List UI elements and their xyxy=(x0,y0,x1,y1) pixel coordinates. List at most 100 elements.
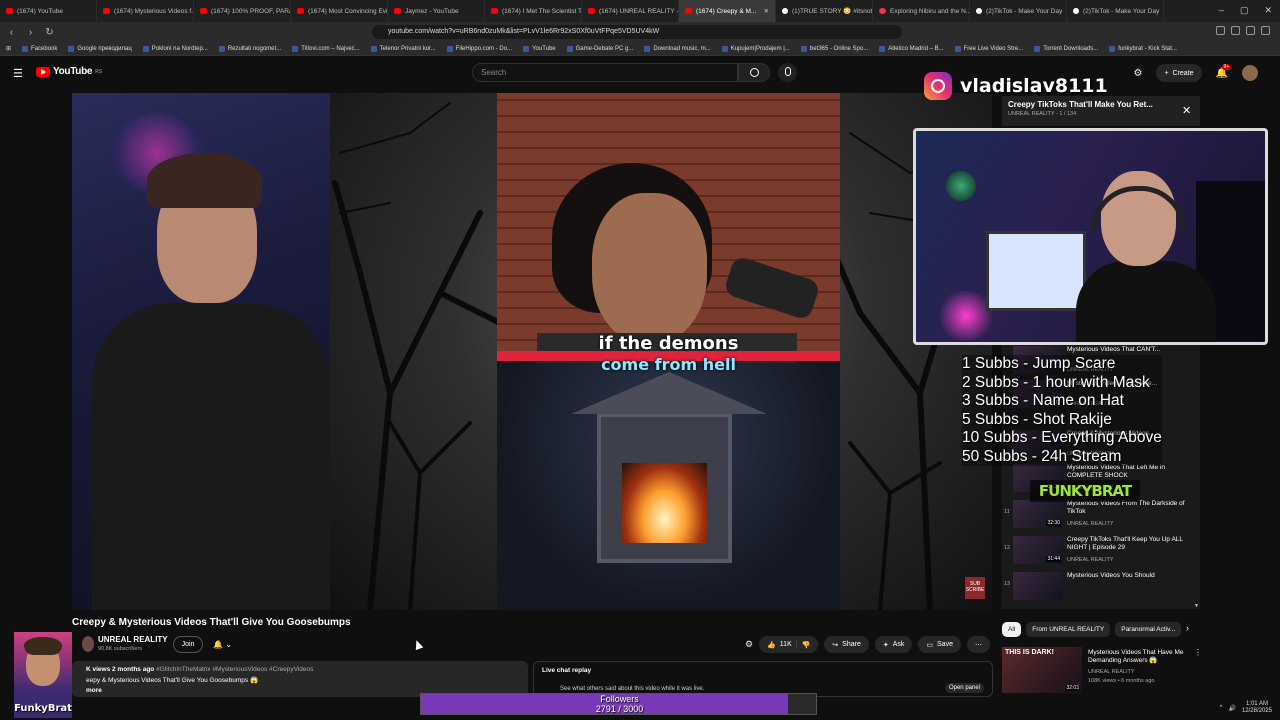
minimize-icon[interactable]: – xyxy=(1219,5,1224,16)
menu-icon[interactable] xyxy=(1261,26,1270,35)
bookmark-item[interactable]: Free Live Video Stre... xyxy=(954,45,1023,52)
bookmark-item[interactable]: Kupujem|Prodajem |... xyxy=(721,45,790,52)
sidebar-icon[interactable] xyxy=(1231,26,1240,35)
save-button[interactable]: ▭ Save xyxy=(918,636,961,653)
join-button[interactable]: Join xyxy=(173,636,203,653)
description-views: K views 2 months ago xyxy=(86,666,155,673)
chevron-down-icon[interactable]: ▼ xyxy=(1194,603,1199,609)
playlist-thumbnail[interactable]: 32:30 xyxy=(1013,500,1063,528)
close-window-icon[interactable]: ✕ xyxy=(1264,5,1272,16)
playlist-item[interactable]: 13 Mysterious Videos You Should xyxy=(1002,569,1200,603)
bookmark-item[interactable]: Download music, m... xyxy=(644,45,711,52)
browser-tab[interactable]: (1674) YouTube xyxy=(0,0,97,22)
apps-icon[interactable]: ⊞ xyxy=(6,45,11,52)
hamburger-menu-icon[interactable]: ☰ xyxy=(13,67,23,80)
playlist-item-title[interactable]: Creepy TikToks That'll Keep You Up ALL N… xyxy=(1067,536,1193,552)
playlist-item[interactable]: 12 31:44 Creepy TikToks That'll Keep You U… xyxy=(1002,533,1200,567)
description-box[interactable]: K views 2 months ago #GlitchInTheMatrix … xyxy=(72,661,528,697)
youtube-logo[interactable]: YouTube RS xyxy=(36,66,102,77)
browser-tab[interactable]: (1)TRUE STORY 😳 #itsnot... xyxy=(776,0,873,22)
browser-tab[interactable]: (2)TikTok - Make Your Day xyxy=(970,0,1067,22)
ask-button[interactable]: ✦ Ask xyxy=(874,636,913,653)
search-input[interactable]: Search xyxy=(472,63,738,82)
bookmark-favicon-icon xyxy=(1034,45,1041,52)
filter-chip[interactable]: Paranormal Activ... xyxy=(1115,622,1182,637)
thumbs-down-icon[interactable]: 👎 xyxy=(802,641,811,649)
clock-date: 12/28/2025 xyxy=(1241,708,1272,714)
bookmark-item[interactable]: Rezultati nogomet... xyxy=(218,45,281,52)
browser-tab[interactable]: (1674) 100% PROOF, PARA... xyxy=(194,0,291,22)
channel-avatar[interactable] xyxy=(82,636,94,652)
account-avatar[interactable] xyxy=(1242,65,1258,81)
bookmark-item[interactable]: Titlovi.com – Najveć... xyxy=(292,45,360,52)
chevron-up-icon[interactable]: ^ xyxy=(1220,705,1223,711)
browser-tab[interactable]: (1674) UNREAL REALITY - Y... xyxy=(582,0,679,22)
more-actions-button[interactable]: ⋯ xyxy=(966,636,990,653)
bookmark-label: Pokloni na Nordtep... xyxy=(151,45,208,52)
playlist-item-title[interactable]: Mysterious Videos From The Darkside of T… xyxy=(1067,500,1193,516)
bookmark-item[interactable]: Torrent Downloads... xyxy=(1034,45,1098,52)
bookmark-item[interactable]: funkybrat - Kick Stat... xyxy=(1109,45,1177,52)
playlist-title[interactable]: Creepy TikToks That'll Make You Ret... xyxy=(1008,100,1194,109)
gear-icon[interactable]: ⚙ xyxy=(1133,68,1142,79)
bookmark-item[interactable]: YouTube xyxy=(523,45,556,52)
gear-icon[interactable]: ⚙ xyxy=(745,639,753,650)
playlist-thumbnail[interactable]: 31:44 xyxy=(1013,536,1063,564)
speaker-icon[interactable]: 🔊 xyxy=(1228,705,1235,712)
channel-name[interactable]: UNREAL REALITY xyxy=(98,635,168,644)
browser-tab[interactable]: (1674) Creepy & M... ✕ xyxy=(679,0,776,22)
create-button[interactable]: + Create xyxy=(1156,64,1202,82)
playlist-item-title[interactable]: Mysterious Videos That CAN'T... xyxy=(1067,346,1193,354)
close-icon[interactable]: ✕ xyxy=(1182,104,1191,117)
open-panel-button[interactable]: Open panel xyxy=(944,683,984,693)
recommended-thumbnail[interactable]: THIS IS DARK! 32:03 xyxy=(1002,647,1082,693)
bookmark-item[interactable]: Facebook xyxy=(22,45,57,52)
notifications-button[interactable]: 🔔 9+ xyxy=(1216,63,1232,79)
youtube-icon xyxy=(588,8,595,14)
browser-tab[interactable]: Jaymez - YouTube xyxy=(388,0,485,22)
bookmark-item[interactable]: Pokloni na Nordtep... xyxy=(142,45,208,52)
more-vert-icon[interactable]: ⋮ xyxy=(1194,648,1202,657)
url-field[interactable]: youtube.com/watch?v=uRB6nd0zuMk&list=PLv… xyxy=(372,25,902,39)
like-button[interactable]: 👍 11K | 👎 xyxy=(759,636,819,653)
video-player[interactable]: if the demons come from hell SUB SCRIBE xyxy=(72,93,992,610)
browser-tab[interactable]: (1674) Mysterious Videos f... xyxy=(97,0,194,22)
recommended-channel[interactable]: UNREAL REALITY xyxy=(1088,669,1135,675)
profile-icon[interactable] xyxy=(1246,26,1255,35)
playlist-item-title[interactable]: Mysterious Videos You Should xyxy=(1067,572,1193,580)
bookmark-item[interactable]: Game-Debate PC g... xyxy=(566,45,633,52)
playlist-item-title[interactable]: Mysterious Videos That Left Me in COMPLE… xyxy=(1067,464,1193,480)
browser-tab[interactable]: (1674) Most Convincing Evi... xyxy=(291,0,388,22)
recommended-title[interactable]: Mysterious Videos That Have Me Demanding… xyxy=(1088,649,1193,665)
filter-chip[interactable]: From UNREAL REALITY xyxy=(1026,622,1111,637)
bookmark-label: bet365 - Online Spo... xyxy=(809,45,869,52)
extension-icon[interactable] xyxy=(1216,26,1225,35)
system-clock[interactable]: 1:01 AM 12/28/2025 xyxy=(1242,701,1272,715)
browser-tab[interactable]: (1674) I Met The Scientist T... xyxy=(485,0,582,22)
bookmark-item[interactable]: bet365 - Online Spo... xyxy=(800,45,869,52)
close-tab-icon[interactable]: ✕ xyxy=(764,7,769,15)
description-tags[interactable]: #GlitchInTheMatrix #MysteriousVideos #Cr… xyxy=(156,666,313,673)
search-button[interactable] xyxy=(738,63,770,82)
tab-label: (2)TikTok - Make Your Day xyxy=(1083,7,1160,15)
playlist-thumbnail[interactable] xyxy=(1013,572,1063,600)
bookmark-item[interactable]: FileHippo.com - Do... xyxy=(446,45,512,52)
chevron-right-icon[interactable]: › xyxy=(1186,623,1189,633)
bookmark-item[interactable]: Google преводилац xyxy=(68,45,132,52)
share-label: Share xyxy=(842,641,861,648)
back-icon[interactable]: ‹ xyxy=(4,27,19,38)
share-button[interactable]: ↪ Share xyxy=(824,636,869,653)
maximize-icon[interactable]: ▢ xyxy=(1240,5,1249,16)
bookmark-item[interactable]: Atletico Madrid – B... xyxy=(879,45,944,52)
bookmark-item[interactable]: Telenor Privatni kor... xyxy=(370,45,436,52)
reload-icon[interactable]: ↻ xyxy=(42,27,57,38)
playlist-item[interactable]: 11 32:30 Mysterious Videos From The Darksi… xyxy=(1002,497,1200,531)
subscribe-bell-button[interactable]: 🔔 ⌄ xyxy=(208,636,242,653)
voice-search-button[interactable] xyxy=(778,63,797,82)
forward-icon[interactable]: › xyxy=(23,27,38,38)
browser-tab[interactable]: (2)TikTok - Make Your Day xyxy=(1067,0,1164,22)
youtube-icon xyxy=(103,8,110,14)
recommended-video[interactable]: THIS IS DARK! 32:03 Mysterious Videos Th… xyxy=(1002,647,1202,693)
filter-chip[interactable]: All xyxy=(1002,622,1022,637)
browser-tab[interactable]: Exploring Nibiru and the N... xyxy=(873,0,970,22)
